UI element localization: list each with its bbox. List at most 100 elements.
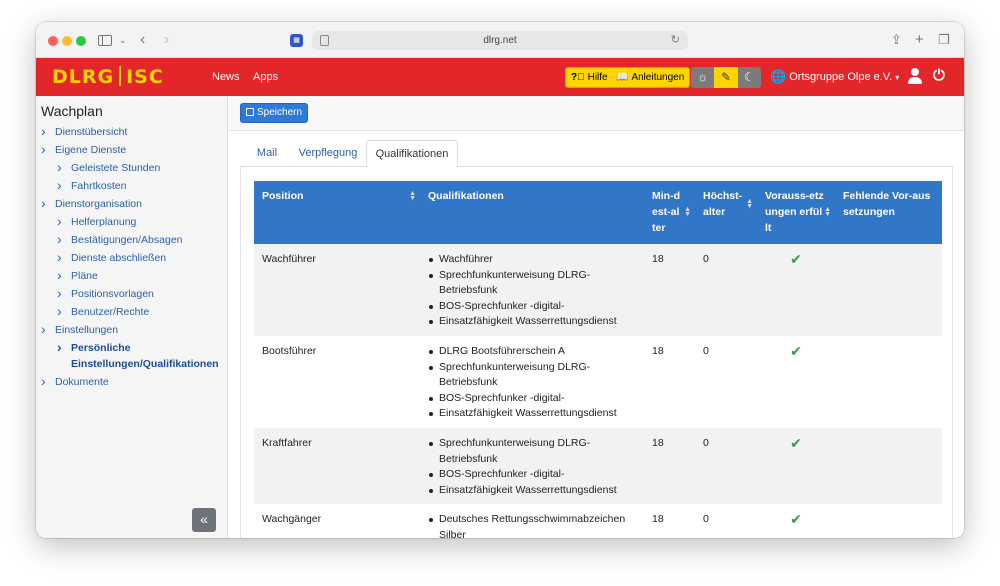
sidebar-item[interactable]: › Dienstübersicht bbox=[36, 123, 227, 141]
cell-max-age: 0 bbox=[695, 335, 757, 428]
column-header-min-age[interactable]: Min-dest-alter ▲ ▼ bbox=[644, 181, 695, 244]
browser-toolbar: ⌄ ‹ › ▦ dlrg.net ↻ ⇪ + ❐ bbox=[36, 22, 964, 58]
tab-bar: Mail Verpflegung Qualifikationen bbox=[240, 140, 953, 167]
save-label: Speichern bbox=[257, 107, 303, 118]
forward-icon[interactable]: › bbox=[164, 32, 169, 48]
book-icon: 📖 bbox=[616, 72, 629, 83]
back-icon[interactable]: ‹ bbox=[140, 32, 145, 48]
chevron-right-icon: › bbox=[57, 249, 62, 265]
table-header-row: Position ▲ ▼ Qualifikationen Min-dest-alte… bbox=[254, 181, 942, 244]
sidebar-item[interactable]: › Pläne bbox=[36, 267, 227, 285]
sidebar-item-label: Dokumente bbox=[55, 376, 109, 388]
header-position-label: Position bbox=[262, 190, 304, 202]
guides-label: Anleitungen bbox=[631, 72, 685, 83]
site-settings-icon[interactable] bbox=[320, 35, 329, 46]
cell-min-age: 18 bbox=[644, 504, 695, 538]
auto-theme-icon[interactable]: ✎ bbox=[714, 67, 738, 88]
cell-position: Kraftfahrer bbox=[254, 427, 420, 505]
share-icon[interactable]: ⇪ bbox=[891, 32, 902, 48]
user-icon[interactable] bbox=[908, 68, 922, 85]
save-button[interactable]: Speichern bbox=[240, 103, 309, 123]
cell-min-age: 18 bbox=[644, 427, 695, 505]
sidebar-item[interactable]: › Helferplanung bbox=[36, 213, 227, 231]
cell-prerequisites-fulfilled: ✔ bbox=[757, 504, 835, 538]
sidebar-item[interactable]: › Bestätigungen/Absagen bbox=[36, 231, 227, 249]
qualification-item: Einsatzfähigkeit Wasserrettungsdienst bbox=[428, 406, 636, 422]
sidebar-item[interactable]: › Persönliche Einstellungen/Qualifikation… bbox=[36, 339, 227, 373]
sidebar-item[interactable]: › Eigene Dienste bbox=[36, 141, 227, 159]
tab-mail[interactable]: Mail bbox=[247, 140, 287, 167]
chevron-right-icon: › bbox=[57, 159, 62, 175]
sidebar-item[interactable]: › Dienstorganisation bbox=[36, 195, 227, 213]
chevron-right-icon: › bbox=[41, 195, 46, 211]
qualification-item: Wachführer bbox=[428, 252, 636, 268]
tab-favicon-icon[interactable]: ▦ bbox=[290, 34, 303, 47]
dlrg-isc-logo[interactable]: DLRG ISC bbox=[52, 66, 164, 88]
cell-qualifications: Sprechfunkunterweisung DLRG-Betriebsfunk… bbox=[420, 427, 644, 505]
sidebar: Wachplan › Dienstübersicht › Eigene Dienste… bbox=[36, 96, 228, 538]
cell-prerequisites-fulfilled: ✔ bbox=[757, 244, 835, 336]
header-prereq-label: Vorauss-etzungen erfüllt bbox=[765, 190, 824, 234]
guides-button[interactable]: 📖 Anleitungen bbox=[611, 67, 691, 88]
qualification-item: Sprechfunkunterweisung DLRG-Betriebsfunk bbox=[428, 268, 636, 299]
power-icon[interactable]: ⏻ bbox=[933, 67, 945, 85]
new-tab-icon[interactable]: + bbox=[915, 32, 924, 48]
sidebar-item-label: Eigene Dienste bbox=[55, 144, 127, 156]
sidebar-item[interactable]: › Dienste abschließen bbox=[36, 249, 227, 267]
sidebar-item[interactable]: › Fahrtkosten bbox=[36, 177, 227, 195]
sort-icon[interactable]: ▲ ▼ bbox=[746, 198, 753, 210]
cell-max-age: 0 bbox=[695, 427, 757, 505]
action-toolbar: Speichern bbox=[229, 96, 964, 131]
column-header-missing: Fehlende Vor-aussetzungen bbox=[835, 181, 942, 244]
table-row: Kraftfahrer Sprechfunkunterweisung DLRG-B… bbox=[254, 427, 942, 505]
light-theme-icon[interactable]: ☼ bbox=[691, 67, 715, 88]
sidebar-item[interactable]: › Dokumente bbox=[36, 373, 227, 391]
nav-apps-link[interactable]: Apps bbox=[253, 70, 278, 84]
cell-qualifications: DLRG Bootsführerschein A Sprechfunkunterw… bbox=[420, 335, 644, 428]
qualification-item: BOS-Sprechfunker -digital- bbox=[428, 391, 636, 407]
header-quals-label: Qualifikationen bbox=[428, 190, 504, 202]
sidebar-toggle-icon[interactable] bbox=[98, 35, 112, 46]
floppy-disk-icon bbox=[246, 108, 254, 116]
zoom-window-button[interactable] bbox=[76, 36, 86, 46]
sort-icon[interactable]: ▲ ▼ bbox=[409, 190, 416, 202]
sort-icon[interactable]: ▲ ▼ bbox=[824, 206, 831, 218]
sidebar-item[interactable]: › Benutzer/Rechte bbox=[36, 303, 227, 321]
sidebar-item[interactable]: › Einstellungen bbox=[36, 321, 227, 339]
column-header-prerequisites[interactable]: Vorauss-etzungen erfüllt ▲ ▼ bbox=[757, 181, 835, 244]
sidebar-item[interactable]: › Geleistete Stunden bbox=[36, 159, 227, 177]
chevron-down-icon[interactable]: ⌄ bbox=[119, 32, 127, 48]
tab-overview-icon[interactable]: ❐ bbox=[938, 32, 950, 48]
chevron-right-icon: › bbox=[57, 267, 62, 283]
collapse-sidebar-button[interactable]: « bbox=[192, 508, 216, 532]
minimize-window-button[interactable] bbox=[62, 36, 72, 46]
sidebar-list: › Dienstübersicht › Eigene Dienste › Geleiste… bbox=[36, 123, 227, 391]
chevron-right-icon: › bbox=[57, 285, 62, 301]
column-header-max-age[interactable]: Höchst-alter ▲ ▼ bbox=[695, 181, 757, 244]
reload-icon[interactable]: ↻ bbox=[671, 31, 680, 50]
close-window-button[interactable] bbox=[48, 36, 58, 46]
help-button[interactable]: ?⃝ Hilfe bbox=[565, 67, 614, 88]
address-bar[interactable]: dlrg.net ↻ bbox=[312, 31, 688, 50]
organization-dropdown[interactable]: 🌐 Ortsgruppe Olpe e.V. ▾ bbox=[770, 70, 899, 85]
tab-qualifikationen[interactable]: Qualifikationen bbox=[366, 140, 458, 167]
chevron-right-icon: › bbox=[57, 231, 62, 247]
sidebar-item-label: Einstellungen bbox=[55, 324, 119, 336]
column-header-qualifications: Qualifikationen bbox=[420, 181, 644, 244]
table-row: Bootsführer DLRG Bootsführerschein A Sprec… bbox=[254, 335, 942, 428]
column-header-position[interactable]: Position ▲ ▼ bbox=[254, 181, 420, 244]
checkmark-icon: ✔ bbox=[790, 251, 802, 267]
nav-news-link[interactable]: News bbox=[212, 70, 240, 84]
dark-theme-icon[interactable]: ☾ bbox=[737, 67, 761, 88]
cell-missing-prerequisites bbox=[835, 335, 942, 428]
sort-icon[interactable]: ▲ ▼ bbox=[684, 206, 691, 218]
cell-max-age: 0 bbox=[695, 504, 757, 538]
help-label: Hilfe bbox=[587, 72, 608, 83]
cell-qualifications: Wachführer Sprechfunkunterweisung DLRG-Be… bbox=[420, 244, 644, 336]
sidebar-item[interactable]: › Positionsvorlagen bbox=[36, 285, 227, 303]
cell-qualifications: Deutsches Rettungsschwimmabzeichen Silbe… bbox=[420, 504, 644, 538]
tab-verpflegung[interactable]: Verpflegung bbox=[296, 140, 360, 167]
cell-missing-prerequisites bbox=[835, 504, 942, 538]
qualification-list: Deutsches Rettungsschwimmabzeichen Silbe… bbox=[428, 512, 636, 538]
qualification-item: Sprechfunkunterweisung DLRG-Betriebsfunk bbox=[428, 360, 636, 391]
